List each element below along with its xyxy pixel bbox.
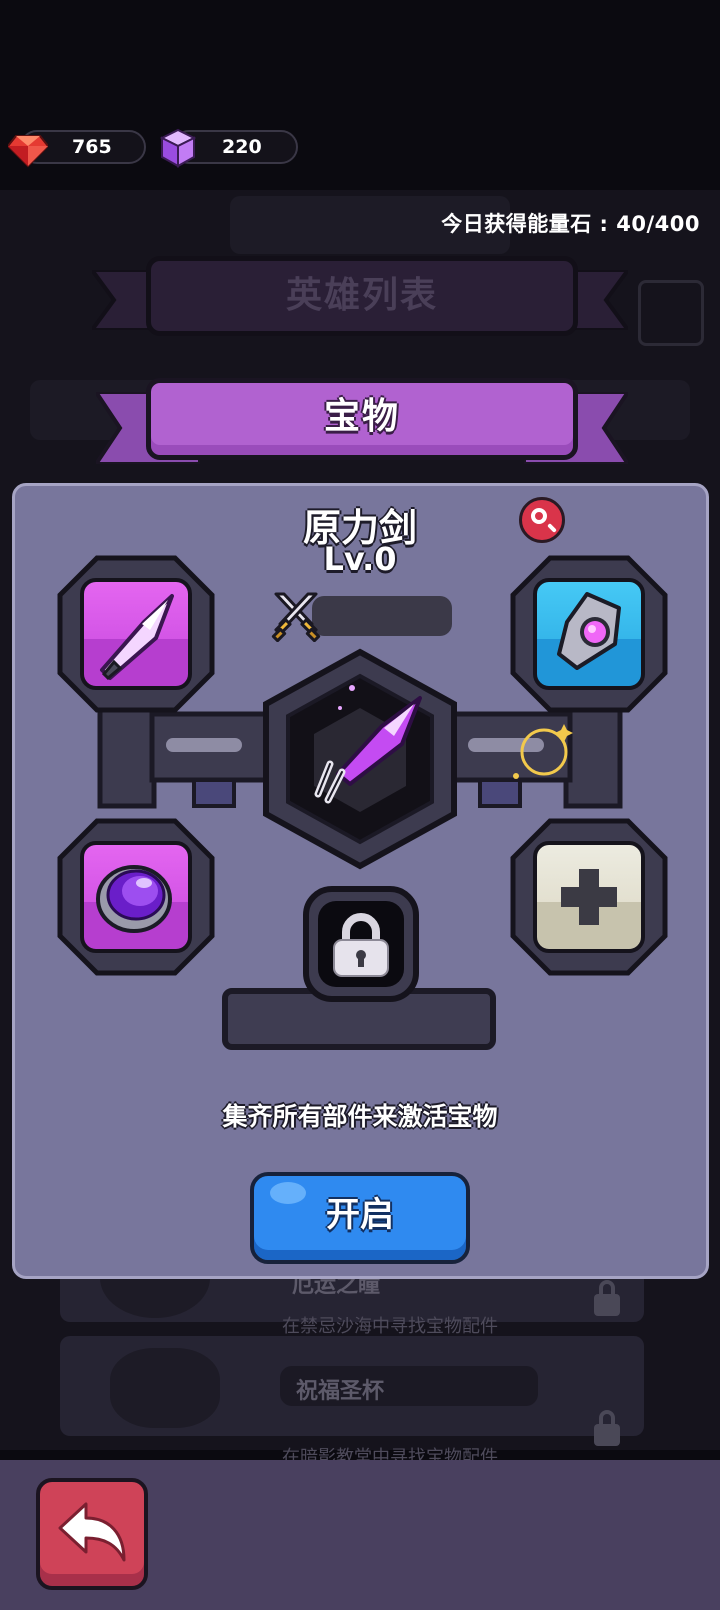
ruby-gem-icon	[8, 135, 48, 168]
purple-cube-icon	[160, 128, 196, 168]
bg-item-image	[110, 1348, 220, 1428]
crossed-swords-icon	[271, 592, 321, 642]
part-slot-gem[interactable]	[57, 818, 215, 976]
plus-icon	[561, 869, 617, 925]
slot-bg	[80, 841, 192, 953]
hero-list-title: 英雄列表	[285, 275, 438, 316]
back-arrow-icon	[58, 1502, 126, 1562]
power-bar	[312, 596, 452, 636]
open-button[interactable]: 开启	[250, 1172, 470, 1264]
treasure-tab-banner: 宝物	[146, 378, 578, 460]
part-slot-blade[interactable]	[57, 555, 215, 713]
sword-blade-icon	[100, 594, 174, 681]
slot-bg	[533, 841, 645, 953]
slot-bg	[80, 578, 192, 690]
slot-bg	[533, 578, 645, 690]
part-slot-add[interactable]	[510, 818, 668, 976]
bg-item-name: 祝福圣杯	[296, 1379, 385, 1404]
lock-icon	[333, 913, 389, 977]
purple-gem-icon	[96, 865, 172, 933]
ruby-count: 765	[72, 136, 112, 158]
cube-count: 220	[222, 136, 262, 158]
bg-lock-icon	[594, 1410, 620, 1446]
part-slot-guard[interactable]	[510, 555, 668, 713]
open-button-label: 开启	[326, 1195, 394, 1235]
magnify-icon[interactable]	[519, 497, 565, 543]
treasure-tab-title: 宝物	[323, 396, 400, 437]
sword-guard-icon	[557, 592, 621, 670]
back-button[interactable]	[36, 1478, 148, 1590]
hero-list-banner: 英雄列表	[146, 256, 578, 336]
activation-hint: 集齐所有部件来激活宝物	[222, 1102, 498, 1131]
force-sword-icon	[314, 685, 422, 804]
bg-lock-icon	[594, 1280, 620, 1316]
bg-side-icon	[638, 280, 704, 346]
sparkle-ring-icon	[513, 724, 573, 779]
daily-energy-stone-counter: 今日获得能量石 : 40/400	[441, 212, 700, 236]
bg-item-desc: 在禁忌沙海中寻找宝物配件	[282, 1316, 498, 1337]
